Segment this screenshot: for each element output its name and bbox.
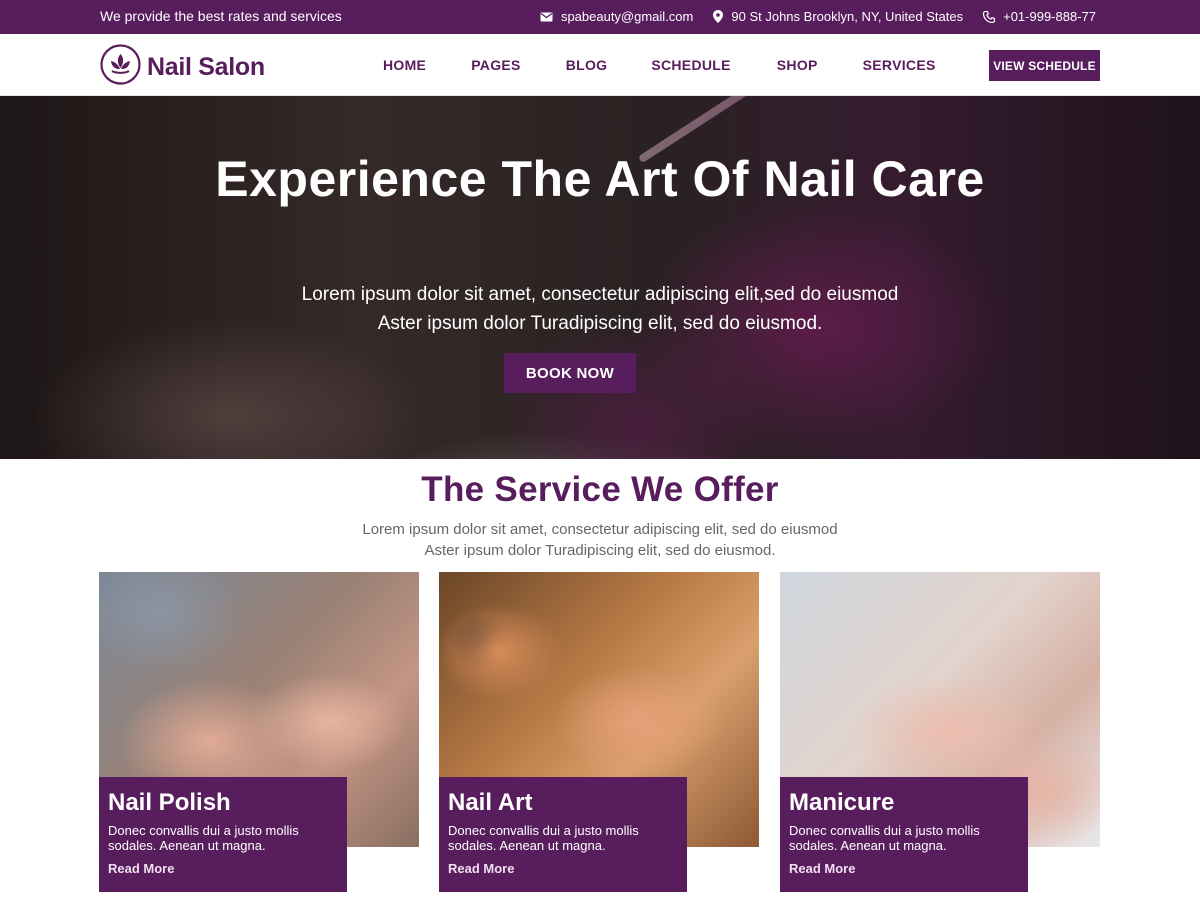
top-info-bar: We provide the best rates and services s… <box>0 0 1200 34</box>
hero-title: Experience The Art Of Nail Care <box>215 151 985 207</box>
services-subtitle: Lorem ipsum dolor sit amet, consectetur … <box>0 519 1200 561</box>
contact-email[interactable]: spabeauty@gmail.com <box>540 9 693 24</box>
logo-text: Nail Salon <box>147 52 265 81</box>
service-card-manicure[interactable]: Manicure Donec convallis dui a justo mol… <box>780 572 1100 892</box>
hero-subtitle-line-2: Aster ipsum dolor Turadipiscing elit, se… <box>377 313 823 334</box>
service-card-title[interactable]: Nail Polish <box>108 789 338 817</box>
service-card-description: Donec convallis dui a justo mollis sodal… <box>448 823 639 853</box>
nav-services[interactable]: SERVICES <box>863 57 936 73</box>
address-text: 90 St Johns Brooklyn, NY, United States <box>731 9 964 24</box>
service-card-description: Donec convallis dui a justo mollis sodal… <box>108 823 299 853</box>
hero-subtitle-line-1: Lorem ipsum dolor sit amet, consectetur … <box>301 284 899 305</box>
contact-address: 90 St Johns Brooklyn, NY, United States <box>713 9 963 24</box>
tagline: We provide the best rates and services <box>100 8 342 24</box>
site-logo[interactable]: Nail Salon <box>100 44 265 90</box>
read-more-link[interactable]: Read More <box>448 861 678 876</box>
services-subtitle-line-1: Lorem ipsum dolor sit amet, consectetur … <box>362 521 838 538</box>
read-more-link[interactable]: Read More <box>108 861 338 876</box>
service-card-description: Donec convallis dui a justo mollis sodal… <box>789 823 980 853</box>
service-card-caption: Nail Art Donec convallis dui a justo mol… <box>439 777 687 892</box>
nav-blog[interactable]: BLOG <box>566 57 608 73</box>
map-pin-icon <box>713 10 724 23</box>
nav-home[interactable]: HOME <box>383 57 426 73</box>
email-text[interactable]: spabeauty@gmail.com <box>561 9 693 24</box>
phone-text[interactable]: +01-999-888-77 <box>1003 9 1096 24</box>
hero-subtitle: Lorem ipsum dolor sit amet, consectetur … <box>200 280 1000 338</box>
service-card-title[interactable]: Nail Art <box>448 789 678 817</box>
contact-phone[interactable]: +01-999-888-77 <box>983 9 1096 24</box>
nav-shop[interactable]: SHOP <box>777 57 818 73</box>
service-card-caption: Nail Polish Donec convallis dui a justo … <box>99 777 347 892</box>
hero-content: Experience The Art Of Nail Care Lorem ip… <box>0 96 1200 459</box>
main-nav: HOME PAGES BLOG SCHEDULE SHOP SERVICES <box>383 57 936 73</box>
service-card-caption: Manicure Donec convallis dui a justo mol… <box>780 777 1028 892</box>
lotus-icon <box>100 44 141 90</box>
envelope-icon <box>540 12 553 22</box>
services-subtitle-line-2: Aster ipsum dolor Turadipiscing elit, se… <box>424 542 776 559</box>
phone-icon <box>983 10 996 23</box>
hero-banner: Experience The Art Of Nail Care Lorem ip… <box>0 96 1200 459</box>
service-card-title[interactable]: Manicure <box>789 789 1019 817</box>
service-card-nail-polish[interactable]: Nail Polish Donec convallis dui a justo … <box>99 572 419 892</box>
services-title: The Service We Offer <box>421 470 779 509</box>
site-header: Nail Salon HOME PAGES BLOG SCHEDULE SHOP… <box>0 34 1200 96</box>
read-more-link[interactable]: Read More <box>789 861 1019 876</box>
book-now-button[interactable]: BOOK NOW <box>504 353 636 393</box>
view-schedule-button[interactable]: VIEW SCHEDULE <box>989 50 1100 81</box>
contact-info: spabeauty@gmail.com 90 St Johns Brooklyn… <box>540 9 1096 24</box>
service-card-nail-art[interactable]: Nail Art Donec convallis dui a justo mol… <box>439 572 759 892</box>
nav-schedule[interactable]: SCHEDULE <box>651 57 730 73</box>
nav-pages[interactable]: PAGES <box>471 57 520 73</box>
